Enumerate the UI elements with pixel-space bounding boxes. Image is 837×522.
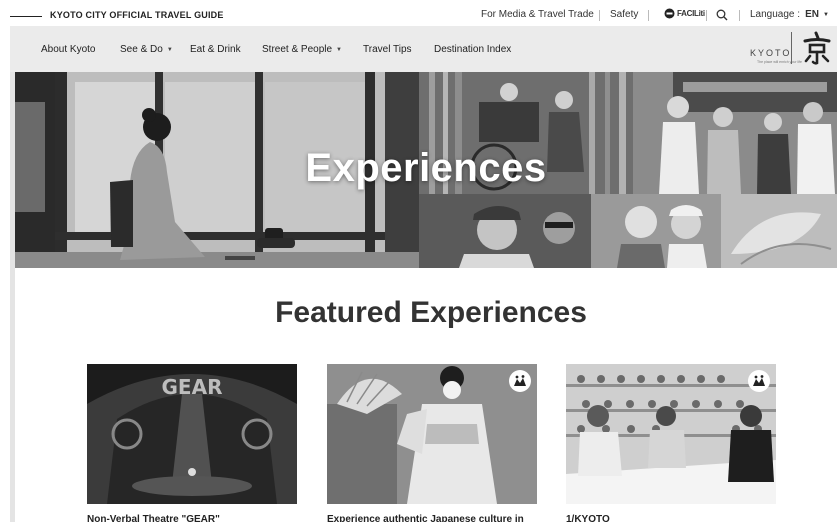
award-badge-icon <box>514 375 526 386</box>
nav-label: Travel Tips <box>363 44 412 55</box>
experience-card-1-kyoto[interactable]: 1/KYOTO <box>566 364 776 522</box>
kyoto-logo-tagline: The place will enrich your life <box>757 60 802 64</box>
hero-banner: Experiences <box>15 72 837 268</box>
nav-label: Street & People <box>262 44 333 55</box>
language-label: Language : <box>750 9 801 20</box>
separator <box>739 10 740 21</box>
nav-label: About Kyoto <box>41 44 96 55</box>
hero-title: Experiences <box>305 146 547 190</box>
card-image-gear-theatre[interactable]: GEAR <box>87 364 297 504</box>
nav-item-eat-drink[interactable]: Eat & Drink <box>190 44 241 55</box>
card-caption[interactable]: Non-Verbal Theatre "GEAR" <box>87 514 297 522</box>
facilities-icon <box>664 8 675 19</box>
kyoto-logo-text[interactable]: KYOTO <box>750 48 791 58</box>
caret-down-icon: ▼ <box>822 11 829 18</box>
separator <box>648 10 649 21</box>
geisha-illustration <box>327 364 537 504</box>
facilities-label: FACILiti <box>677 9 705 18</box>
card-caption[interactable]: 1/KYOTO <box>566 514 776 522</box>
nav-label: See & Do <box>120 44 163 55</box>
main-nav: About Kyoto See & Do ▼ Eat & Drink Street… <box>10 26 837 72</box>
search-button[interactable] <box>716 9 728 21</box>
search-icon <box>716 9 728 21</box>
experience-card-gear[interactable]: GEAR Non-Verbal Theatre "GEAR" <box>87 364 297 522</box>
separator <box>706 10 707 21</box>
caret-down-icon: ▼ <box>336 46 342 53</box>
logo-divider <box>791 32 792 64</box>
site-guide-title[interactable]: KYOTO CITY OFFICIAL TRAVEL GUIDE <box>50 10 224 20</box>
hero-photo-friends-selfie <box>419 194 591 268</box>
kyoto-kanji-logo-icon[interactable] <box>799 30 835 66</box>
nav-item-street-people[interactable]: Street & People ▼ <box>262 44 342 55</box>
gear-theatre-illustration: GEAR <box>87 364 297 504</box>
card-image-geisha[interactable] <box>327 364 537 504</box>
ceramics-shop-illustration <box>566 364 776 504</box>
nav-item-about-kyoto[interactable]: About Kyoto <box>41 44 95 55</box>
facilities-link[interactable]: FACILiti <box>664 8 705 19</box>
nav-item-see-do[interactable]: See & Do ▼ <box>120 44 173 55</box>
card-caption[interactable]: Experience authentic Japanese culture in <box>327 514 537 522</box>
featured-section-title: Featured Experiences <box>275 296 587 329</box>
experience-card-japanese-culture[interactable]: Experience authentic Japanese culture in <box>327 364 537 522</box>
card-image-ceramics-shop[interactable] <box>566 364 776 504</box>
hero-photo-women-smiling <box>591 194 721 268</box>
language-selector[interactable]: Language : EN ▼ <box>750 9 829 20</box>
award-badge <box>748 370 770 392</box>
separator <box>599 10 600 21</box>
award-badge <box>509 370 531 392</box>
award-badge-icon <box>753 375 765 386</box>
caret-down-icon: ▼ <box>166 46 173 53</box>
leaves-illustration <box>721 194 837 268</box>
header-rule <box>10 16 42 17</box>
language-value: EN <box>805 9 819 20</box>
media-travel-trade-link[interactable]: For Media & Travel Trade <box>481 9 594 20</box>
safety-link[interactable]: Safety <box>610 9 638 20</box>
utility-bar: KYOTO CITY OFFICIAL TRAVEL GUIDE For Med… <box>0 0 837 28</box>
nav-label: Destination Index <box>434 44 512 55</box>
nav-item-destination-index[interactable]: Destination Index <box>434 44 511 55</box>
friends-illustration <box>419 194 591 268</box>
women-illustration <box>591 194 721 268</box>
gear-sign-text: GEAR <box>162 375 223 399</box>
nav-label: Eat & Drink <box>190 44 241 55</box>
nav-item-travel-tips[interactable]: Travel Tips <box>363 44 412 55</box>
hero-photo-leaves <box>721 194 837 268</box>
